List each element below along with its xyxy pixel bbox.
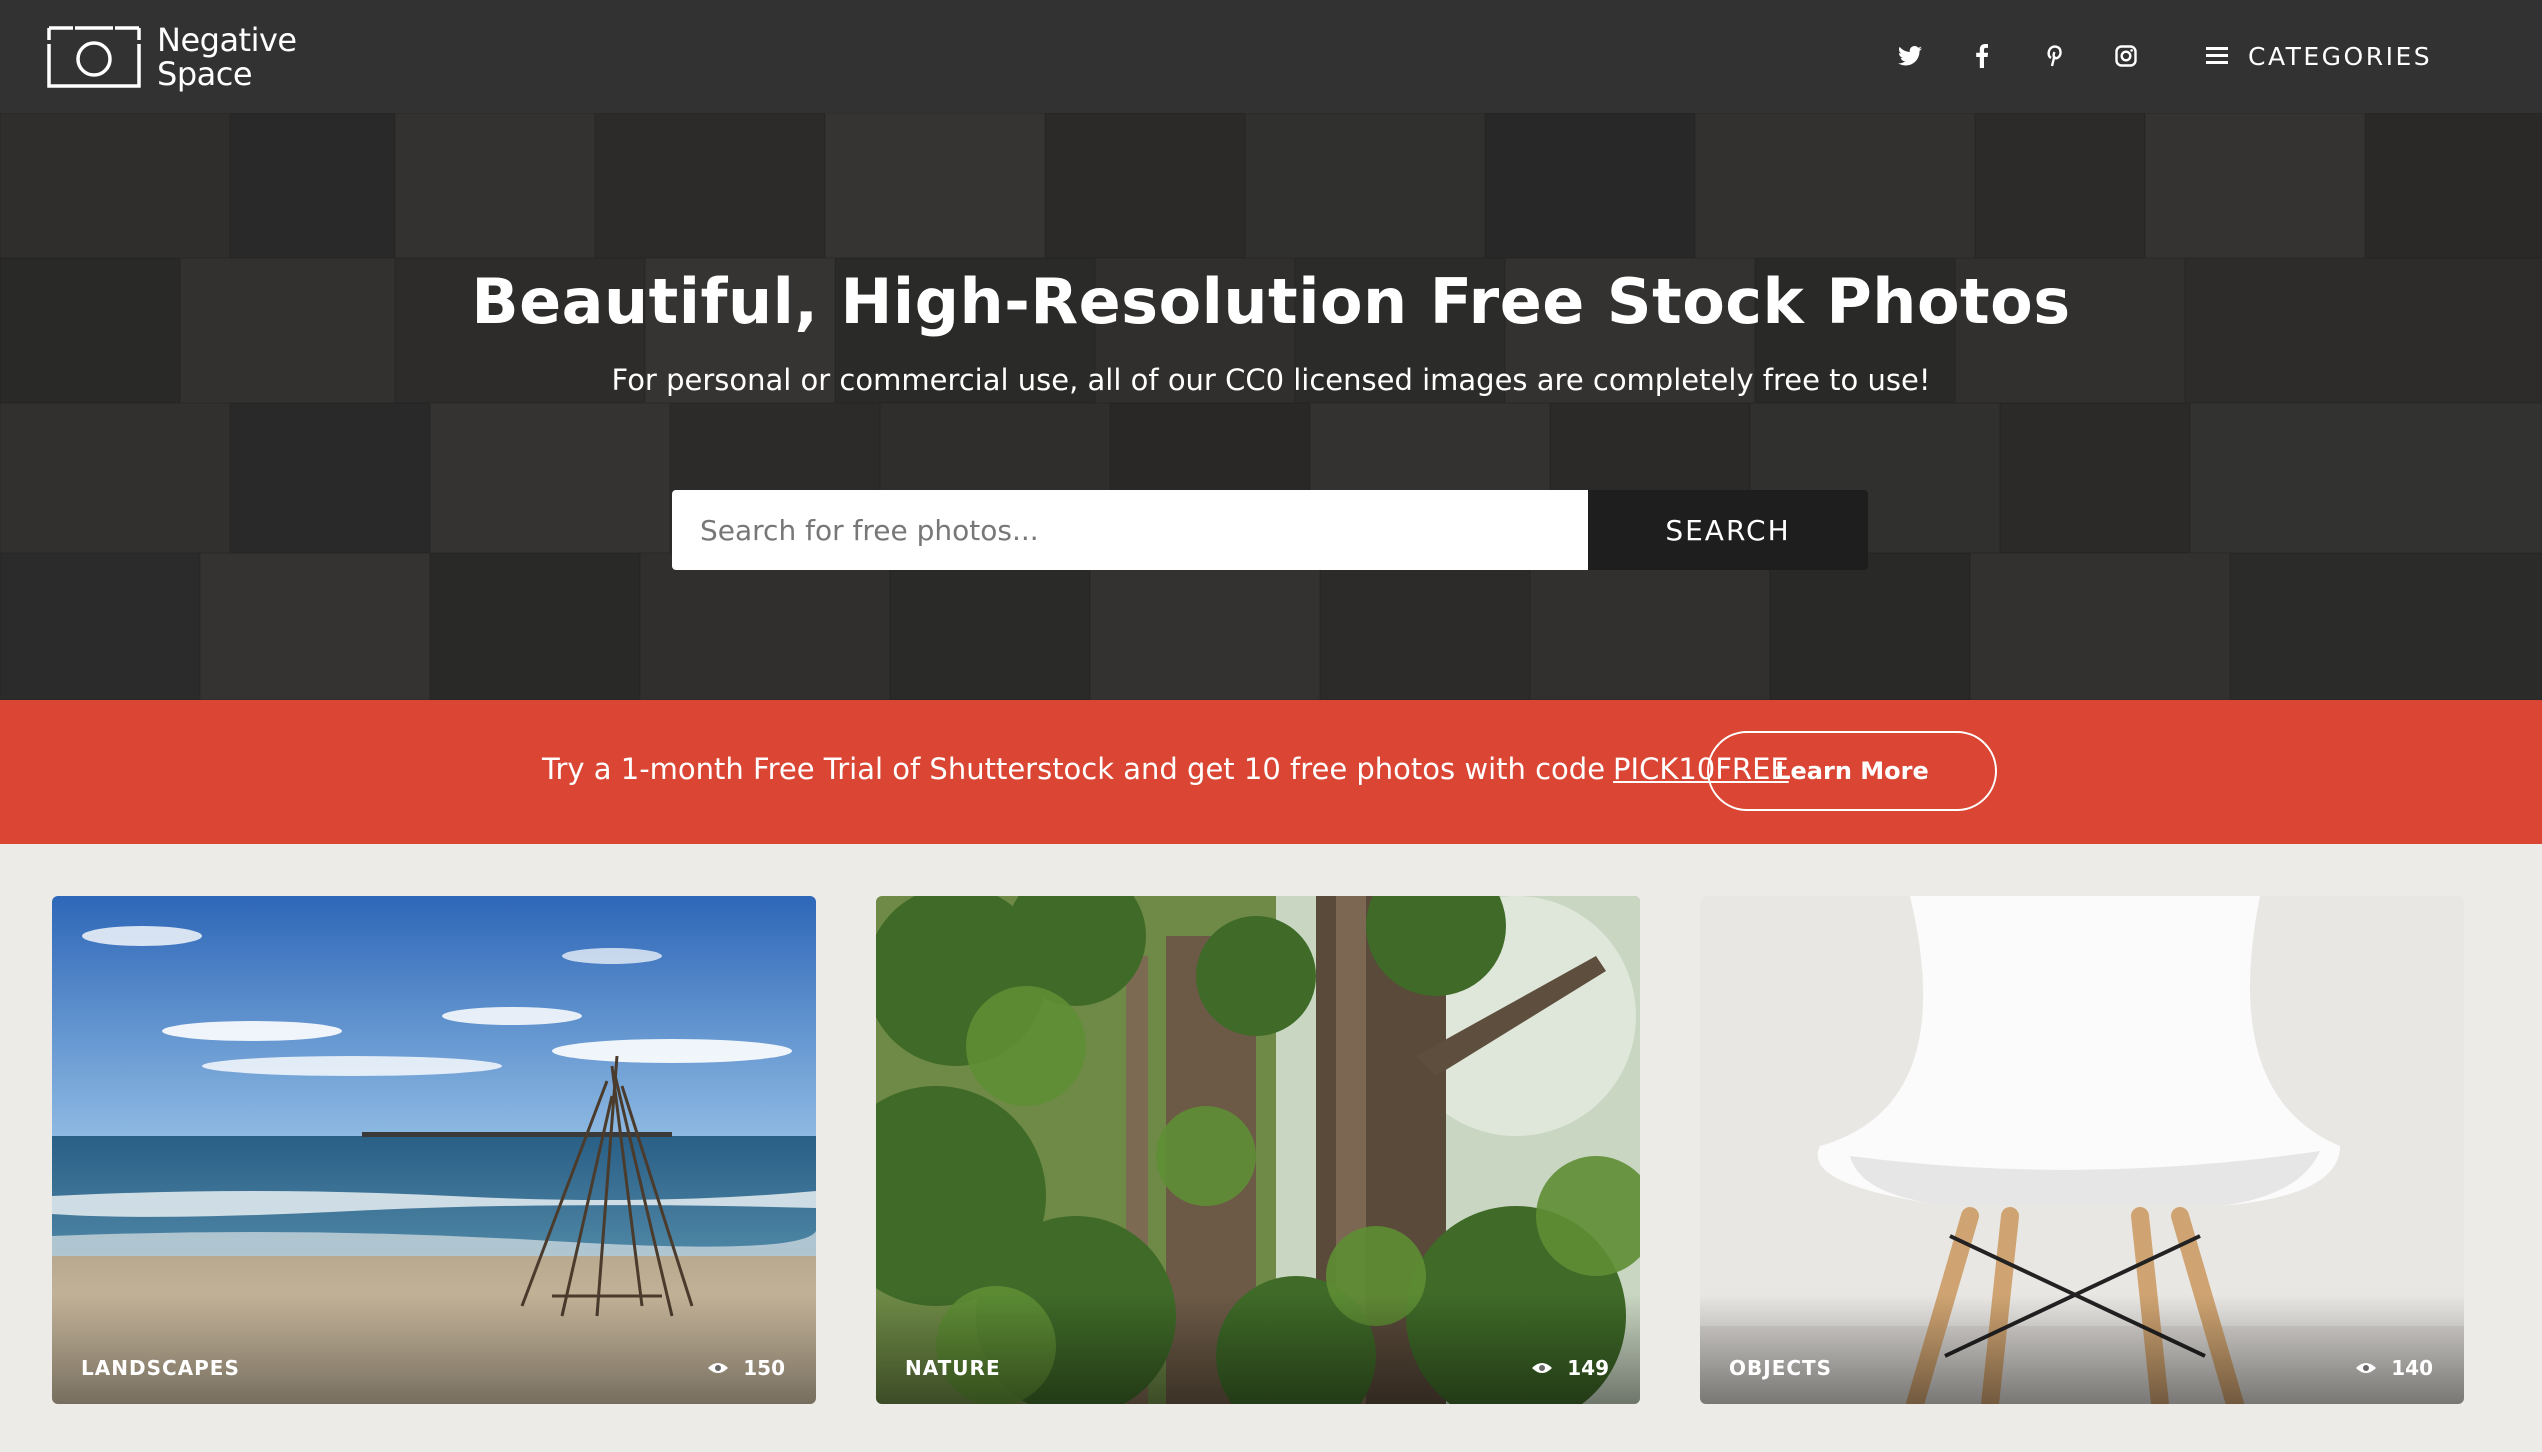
card-category[interactable]: NATURE xyxy=(905,1356,1001,1380)
photo-card-objects[interactable]: OBJECTS 140 xyxy=(1700,896,2464,1404)
categories-menu-button[interactable]: CATEGORIES xyxy=(2206,34,2432,78)
card-views-count: 150 xyxy=(743,1356,785,1380)
categories-label: CATEGORIES xyxy=(2248,41,2433,71)
eye-icon xyxy=(1532,1363,1553,1373)
photo-card-nature[interactable]: NATURE 149 xyxy=(876,896,1640,1404)
logo-text-line1: Negative xyxy=(157,21,297,59)
photo-card-landscapes[interactable]: LANDSCAPES 150 xyxy=(52,896,816,1404)
twitter-icon[interactable] xyxy=(1874,38,1946,74)
search-input[interactable] xyxy=(672,490,1588,570)
camera-logo-icon xyxy=(45,24,143,90)
card-views-count: 140 xyxy=(2391,1356,2433,1380)
card-shade xyxy=(876,1294,1640,1404)
search-form: SEARCH xyxy=(672,490,1868,570)
promo-text-line: Try a 1-month Free Trial of Shutterstock… xyxy=(542,752,1789,786)
card-views-count: 149 xyxy=(1567,1356,1609,1380)
social-links xyxy=(1874,38,2162,74)
card-shade xyxy=(1700,1294,2464,1404)
hamburger-icon xyxy=(2206,47,2228,65)
card-shade xyxy=(52,1294,816,1404)
eye-icon xyxy=(708,1363,729,1373)
hero-subtitle: For personal or commercial use, all of o… xyxy=(611,363,1931,397)
card-category[interactable]: OBJECTS xyxy=(1729,1356,1832,1380)
promo-text: Try a 1-month Free Trial of Shutterstock… xyxy=(542,752,1606,786)
promo-banner: Try a 1-month Free Trial of Shutterstock… xyxy=(0,700,2542,844)
card-views: 150 xyxy=(707,1356,785,1380)
search-button[interactable]: SEARCH xyxy=(1588,490,1868,570)
card-views: 140 xyxy=(2355,1356,2433,1380)
hero-overlay xyxy=(0,113,2542,700)
card-category[interactable]: LANDSCAPES xyxy=(81,1356,240,1380)
card-views: 149 xyxy=(1531,1356,1609,1380)
eye-icon xyxy=(2356,1363,2377,1373)
pinterest-icon[interactable] xyxy=(2018,38,2090,74)
hero-section: Beautiful, High-Resolution Free Stock Ph… xyxy=(0,113,2542,700)
logo-text: Negative Space xyxy=(157,23,297,91)
logo[interactable]: Negative Space xyxy=(45,22,297,92)
top-navbar: Negative Space CATEGORIES xyxy=(0,0,2542,113)
learn-more-button[interactable]: Learn More xyxy=(1707,731,1997,811)
instagram-icon[interactable] xyxy=(2090,38,2162,74)
hero-title: Beautiful, High-Resolution Free Stock Ph… xyxy=(471,265,2071,338)
logo-text-line2: Space xyxy=(157,55,253,93)
facebook-icon[interactable] xyxy=(1946,38,2018,74)
